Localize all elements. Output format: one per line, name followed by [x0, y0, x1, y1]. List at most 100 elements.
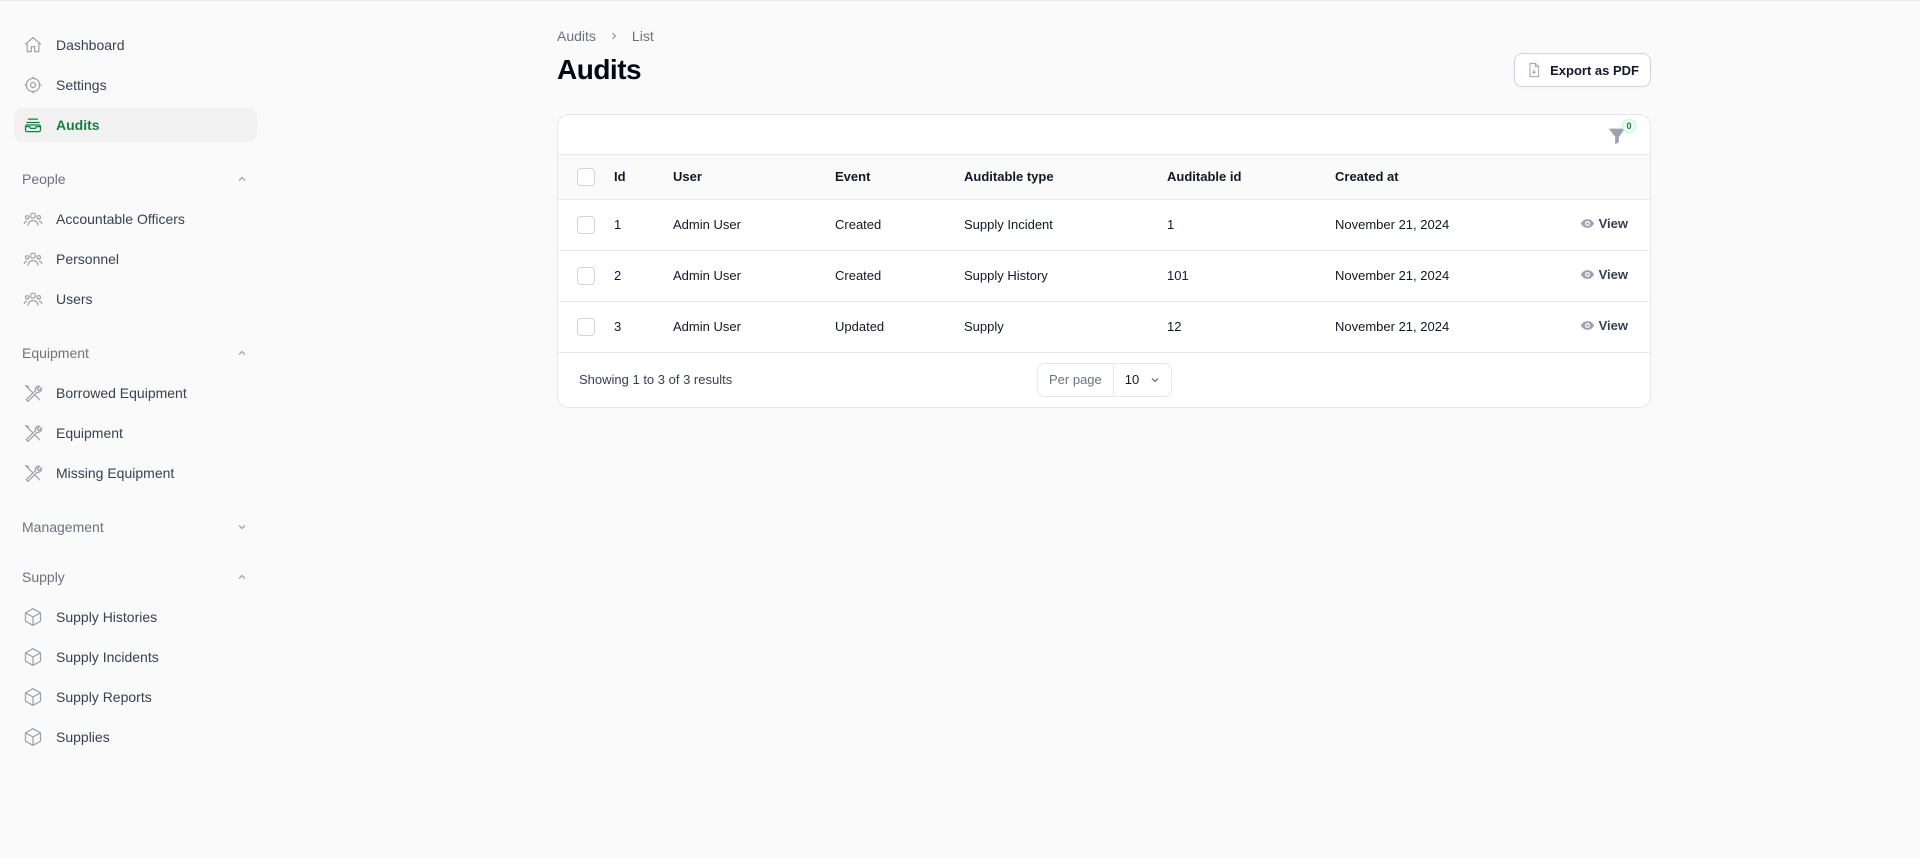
column-header-auditable-type[interactable]: Auditable type — [964, 155, 1167, 199]
cube-icon — [22, 646, 44, 668]
wrench-screwdriver-icon — [22, 422, 44, 444]
eye-icon — [1580, 216, 1595, 231]
chevron-up-icon — [235, 172, 249, 186]
column-header-created-at[interactable]: Created at — [1335, 155, 1565, 199]
document-arrow-down-icon — [1526, 62, 1542, 78]
sidebar-group-people: People Accountable Officers Personnel Us… — [14, 166, 257, 316]
sidebar-item-label: Supplies — [56, 729, 110, 745]
cube-icon — [22, 686, 44, 708]
column-header-actions — [1565, 155, 1650, 199]
sidebar-group-supply: Supply Supply Histories Supply Incidents… — [14, 564, 257, 754]
funnel-icon — [1606, 128, 1628, 151]
row-checkbox[interactable] — [577, 317, 595, 336]
cell-user: Admin User — [673, 268, 741, 283]
sidebar-group-header-people[interactable]: People — [14, 166, 257, 192]
eye-icon — [1580, 267, 1595, 282]
inbox-stack-icon — [22, 114, 44, 136]
sidebar-item-label: Borrowed Equipment — [56, 385, 187, 401]
cell-auditable-id: 1 — [1167, 217, 1175, 232]
chevron-right-icon — [608, 30, 620, 42]
cell-id: 1 — [614, 217, 622, 232]
group-label: Management — [22, 519, 104, 535]
sidebar-item-supply-reports[interactable]: Supply Reports — [14, 680, 257, 714]
cell-user: Admin User — [673, 319, 741, 334]
export-pdf-label: Export as PDF — [1550, 62, 1639, 78]
row-checkbox[interactable] — [577, 215, 595, 234]
view-label: View — [1598, 215, 1628, 231]
results-summary: Showing 1 to 3 of 3 results — [579, 371, 733, 387]
sidebar-item-audits[interactable]: Audits — [14, 108, 257, 142]
cell-created-at: November 21, 2024 — [1335, 319, 1450, 334]
sidebar-item-label: Missing Equipment — [56, 465, 175, 481]
home-icon — [22, 34, 44, 56]
sidebar-item-personnel[interactable]: Personnel — [14, 242, 257, 276]
breadcrumb-item-audits[interactable]: Audits — [557, 28, 596, 44]
row-checkbox[interactable] — [577, 266, 595, 285]
per-page-value: 10 — [1124, 372, 1140, 387]
chevron-down-icon — [1149, 374, 1161, 386]
page-title: Audits — [557, 54, 642, 85]
sidebar-item-borrowed-equipment[interactable]: Borrowed Equipment — [14, 376, 257, 410]
audits-table: Id User Event Auditable type Auditable i… — [558, 155, 1650, 353]
sidebar-group-header-equipment[interactable]: Equipment — [14, 340, 257, 366]
eye-icon — [1580, 318, 1595, 333]
column-header-auditable-id[interactable]: Auditable id — [1167, 155, 1335, 199]
view-link[interactable]: View — [1580, 318, 1628, 333]
pagination-footer: Showing 1 to 3 of 3 results Per page 10 — [558, 353, 1650, 407]
sidebar: Dashboard Settings Audits People Account… — [14, 28, 257, 760]
per-page-control: Per page 10 — [1037, 362, 1173, 397]
sidebar-item-label: Supply Histories — [56, 609, 158, 625]
sidebar-item-users[interactable]: Users — [14, 282, 257, 316]
sidebar-item-label: Supply Reports — [56, 689, 152, 705]
top-border — [0, 0, 1920, 1]
cube-icon — [22, 606, 44, 628]
table-row: 1 Admin User Created Supply Incident 1 N… — [558, 199, 1650, 250]
sidebar-group-header-supply[interactable]: Supply — [14, 564, 257, 590]
sidebar-item-settings[interactable]: Settings — [14, 68, 257, 102]
sidebar-item-missing-equipment[interactable]: Missing Equipment — [14, 456, 257, 490]
export-pdf-button[interactable]: Export as PDF — [1514, 53, 1651, 87]
sidebar-group-header-management[interactable]: Management — [14, 514, 257, 540]
sidebar-item-supply-histories[interactable]: Supply Histories — [14, 600, 257, 634]
sidebar-item-label: Personnel — [56, 251, 120, 267]
sidebar-item-label: Users — [56, 291, 93, 307]
cell-id: 2 — [614, 268, 622, 283]
view-label: View — [1598, 266, 1628, 282]
sidebar-item-label: Supply Incidents — [56, 649, 159, 665]
per-page-select[interactable]: 10 — [1114, 364, 1171, 396]
sidebar-item-label: Audits — [56, 117, 100, 133]
sidebar-item-supply-incidents[interactable]: Supply Incidents — [14, 640, 257, 674]
column-header-event[interactable]: Event — [835, 155, 964, 199]
column-header-id[interactable]: Id — [614, 155, 673, 199]
user-group-icon — [22, 208, 44, 230]
group-label: Equipment — [22, 345, 89, 361]
sidebar-group-equipment: Equipment Borrowed Equipment Equipment M… — [14, 340, 257, 490]
group-label: Supply — [22, 569, 65, 585]
column-header-user[interactable]: User — [673, 155, 835, 199]
cube-icon — [22, 726, 44, 748]
cell-user: Admin User — [673, 217, 741, 232]
wrench-screwdriver-icon — [22, 382, 44, 404]
main-content: Audits List Audits Export as PDF 0 Id Us… — [557, 26, 1651, 408]
table-row: 2 Admin User Created Supply History 101 … — [558, 250, 1650, 301]
sidebar-group-management: Management — [14, 514, 257, 540]
sidebar-item-label: Equipment — [56, 425, 123, 441]
sidebar-item-supplies[interactable]: Supplies — [14, 720, 257, 754]
select-all-checkbox[interactable] — [577, 167, 595, 186]
chevron-up-icon — [235, 570, 249, 584]
chevron-down-icon — [235, 520, 249, 534]
cell-created-at: November 21, 2024 — [1335, 217, 1450, 232]
wrench-screwdriver-icon — [22, 462, 44, 484]
view-link[interactable]: View — [1580, 216, 1628, 231]
sidebar-item-accountable-officers[interactable]: Accountable Officers — [14, 202, 257, 236]
table-toolbar: 0 — [558, 115, 1650, 155]
table-row: 3 Admin User Updated Supply 12 November … — [558, 301, 1650, 352]
breadcrumb-item-list: List — [631, 28, 654, 44]
cell-auditable-type: Supply — [964, 319, 1004, 334]
sidebar-item-equipment[interactable]: Equipment — [14, 416, 257, 450]
cell-auditable-id: 101 — [1167, 268, 1189, 283]
cell-id: 3 — [614, 319, 622, 334]
cell-auditable-type: Supply Incident — [964, 217, 1053, 232]
view-link[interactable]: View — [1580, 267, 1628, 282]
sidebar-item-dashboard[interactable]: Dashboard — [14, 28, 257, 62]
